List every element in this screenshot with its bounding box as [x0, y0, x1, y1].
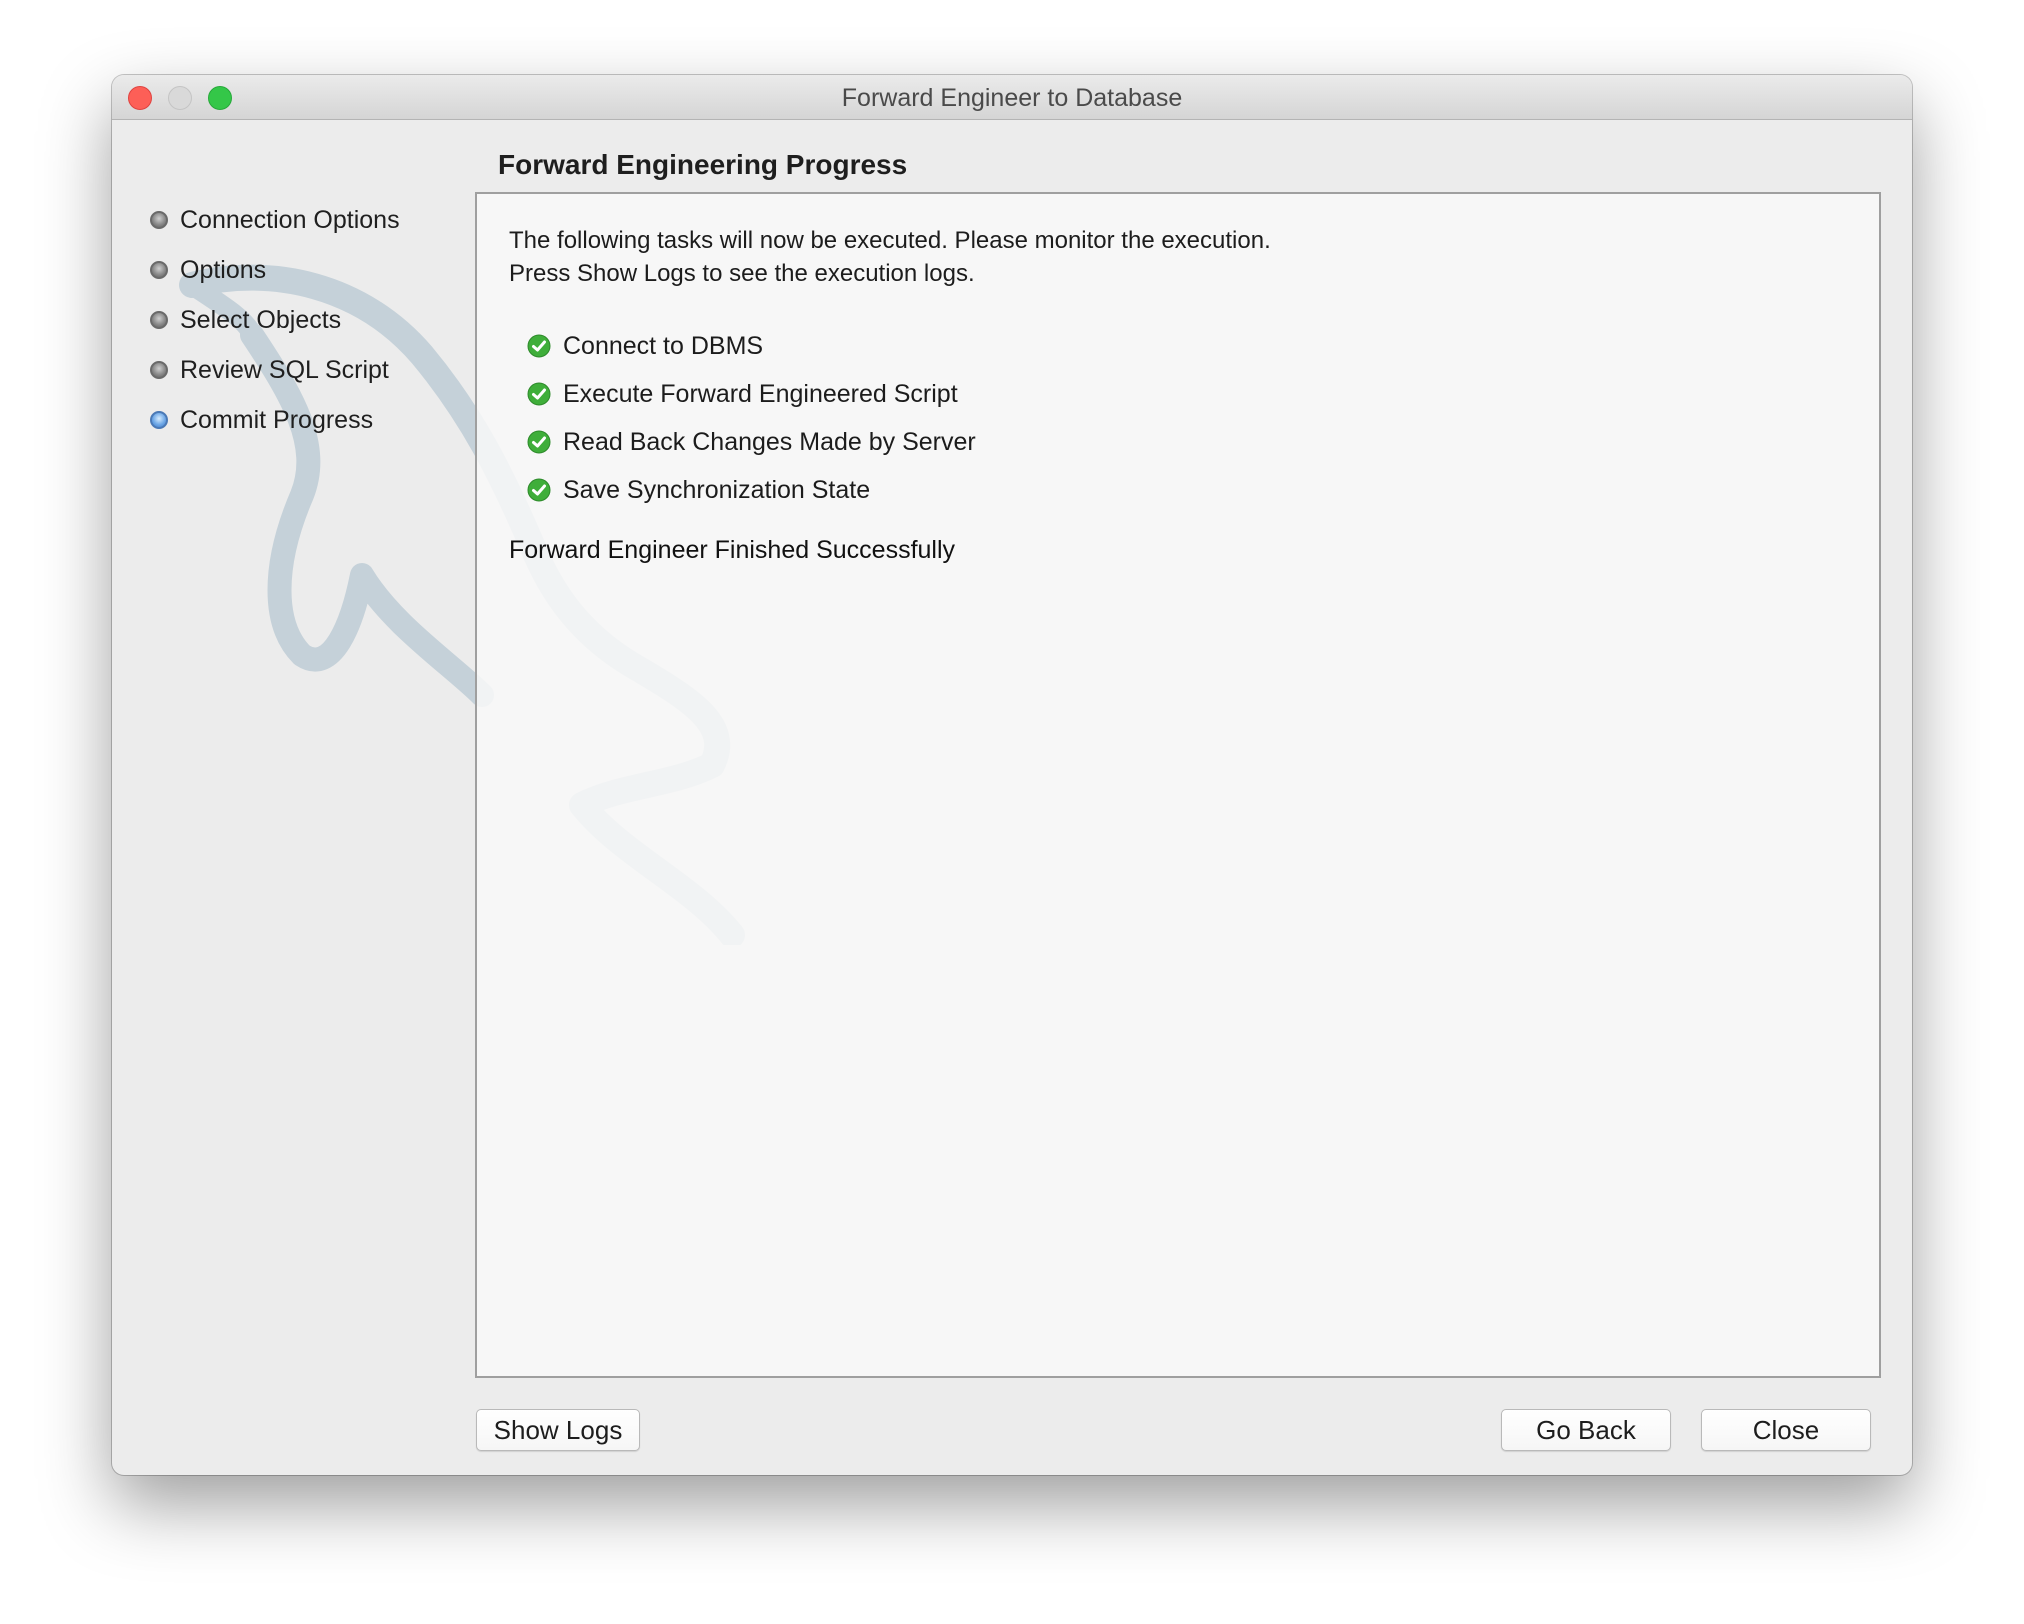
task-label: Read Back Changes Made by Server — [563, 427, 976, 456]
finish-message: Forward Engineer Finished Successfully — [509, 536, 956, 564]
task-label: Save Synchronization State — [563, 475, 871, 504]
title-bar[interactable]: Forward Engineer to Database — [112, 75, 1912, 120]
step-options: Options — [150, 245, 470, 295]
intro-text: The following tasks will now be executed… — [509, 224, 1271, 290]
step-label: Select Objects — [180, 305, 342, 334]
close-button[interactable]: Close — [1701, 1409, 1871, 1451]
show-logs-button[interactable]: Show Logs — [476, 1409, 640, 1451]
step-label: Connection Options — [180, 205, 400, 234]
step-select-objects: Select Objects — [150, 295, 470, 345]
window-title: Forward Engineer to Database — [841, 84, 1183, 112]
check-icon — [527, 382, 551, 406]
dialog-window: Forward Engineer to Database Connection … — [112, 75, 1912, 1475]
step-commit-progress: Commit Progress — [150, 395, 470, 445]
step-label: Options — [180, 255, 267, 284]
intro-line-2: Press Show Logs to see the execution log… — [509, 260, 975, 287]
intro-line-1: The following tasks will now be executed… — [509, 227, 1271, 254]
check-icon — [527, 430, 551, 454]
task-list: Connect to DBMS Execute Forward Engineer… — [527, 322, 976, 514]
step-connection-options: Connection Options — [150, 195, 470, 245]
wizard-steps: Connection Options Options Select Object… — [150, 195, 470, 445]
step-review-sql-script: Review SQL Script — [150, 345, 470, 395]
step-bullet-icon — [150, 211, 168, 229]
go-back-button[interactable]: Go Back — [1501, 1409, 1671, 1451]
step-bullet-icon — [150, 361, 168, 379]
step-label: Commit Progress — [180, 405, 374, 434]
task-label: Execute Forward Engineered Script — [563, 379, 958, 408]
step-bullet-icon — [150, 311, 168, 329]
task-item: Read Back Changes Made by Server — [527, 418, 976, 466]
task-item: Execute Forward Engineered Script — [527, 370, 976, 418]
task-label: Connect to DBMS — [563, 331, 764, 360]
step-bullet-active-icon — [150, 411, 168, 429]
progress-panel: The following tasks will now be executed… — [475, 192, 1881, 1378]
task-item: Connect to DBMS — [527, 322, 976, 370]
page-title: Forward Engineering Progress — [498, 149, 908, 180]
step-label: Review SQL Script — [180, 355, 389, 384]
step-bullet-icon — [150, 261, 168, 279]
task-item: Save Synchronization State — [527, 466, 976, 514]
check-icon — [527, 478, 551, 502]
check-icon — [527, 334, 551, 358]
